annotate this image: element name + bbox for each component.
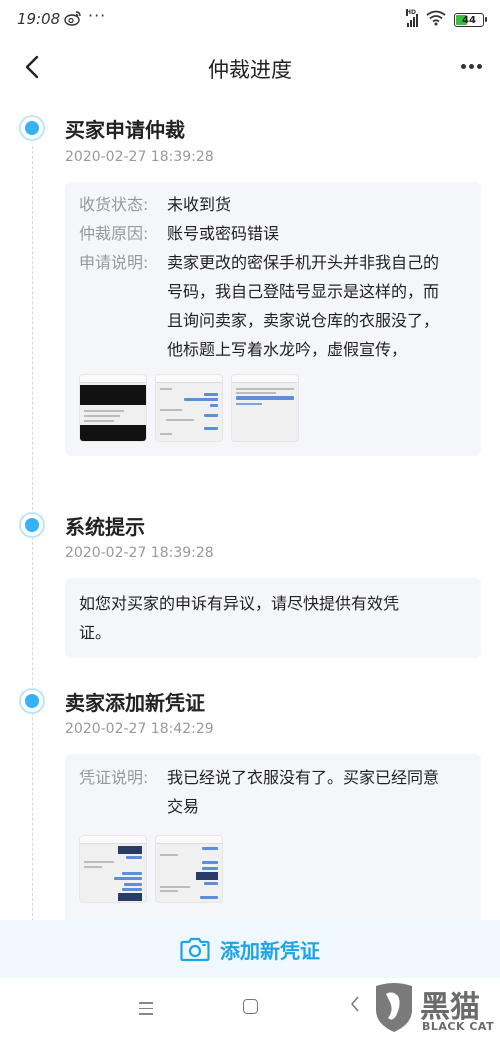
status-bar: 19:08 ··· HD 44 [0,0,500,40]
event-time: 2020-02-27 18:39:28 [65,149,214,165]
evidence-images [79,835,467,903]
battery-icon: 44 [454,13,487,27]
event-card: 收货状态: 未收到货 仲裁原因: 账号或密码错误 申请说明: 卖家更改的密保手机… [65,182,481,456]
event-card: 如您对买家的申诉有异议，请尽快提供有效凭证。 [65,578,481,658]
event-time: 2020-02-27 18:39:28 [65,545,214,561]
watermark-text-en: BLACK CAT [422,1020,495,1033]
field-label: 收货状态: [79,195,149,214]
blackcat-logo-icon [376,983,412,1032]
notification-more-icon: ··· [88,6,107,25]
blackcat-watermark: 黑猫 BLACK CAT [372,982,500,1038]
field-label: 申请说明: [79,253,149,272]
evidence-thumbnail[interactable] [79,374,147,442]
evidence-thumbnail[interactable] [79,835,147,903]
evidence-thumbnail[interactable] [155,374,223,442]
event-title: 系统提示 [65,515,145,539]
system-tip-text: 如您对买家的申诉有异议，请尽快提供有效凭证。 [79,594,400,642]
more-button[interactable] [461,64,482,69]
field-value: 卖家更改的密保手机开头并非我自己的号码，我自己登陆号显示是这样的，而且询问卖家，… [167,253,440,359]
add-evidence-label: 添加新凭证 [220,938,320,963]
field-label: 仲裁原因: [79,224,149,243]
field-value: 我已经说了衣服没有了。买家已经同意交易 [167,768,440,816]
field-row: 仲裁原因: 账号或密码错误 [79,219,467,248]
timeline-dot-icon [19,512,45,538]
evidence-thumbnail[interactable] [231,374,299,442]
timeline-dot-icon [19,688,45,714]
field-value: 未收到货 [167,195,232,214]
field-row: 凭证说明: 我已经说了衣服没有了。买家已经同意交易 [79,763,467,821]
nav-bar: 仲裁进度 [0,40,500,96]
timeline-line [32,146,33,966]
status-time: 19:08 [17,10,61,28]
field-row: 收货状态: 未收到货 [79,190,467,219]
evidence-images [79,374,467,442]
event-time: 2020-02-27 18:42:29 [65,721,214,737]
signal-icon: HD [406,9,418,27]
wifi-icon [426,10,446,30]
timeline-dot-icon [19,115,45,141]
event-title: 买家申请仲裁 [65,118,185,142]
menu-icon[interactable] [139,1002,153,1015]
field-row: 申请说明: 卖家更改的密保手机开头并非我自己的号码，我自己登陆号显示是这样的，而… [79,248,467,364]
event-title: 卖家添加新凭证 [65,691,205,715]
weibo-icon [64,10,82,30]
field-value: 账号或密码错误 [167,224,280,243]
field-label: 凭证说明: [79,768,149,787]
more-dots-icon [461,64,466,69]
camera-icon [180,936,210,962]
add-evidence-button[interactable]: 添加新凭证 [0,920,500,978]
page-title: 仲裁进度 [208,58,292,82]
evidence-thumbnail[interactable] [155,835,223,903]
back-icon[interactable] [349,994,361,1019]
home-icon[interactable] [243,999,258,1014]
